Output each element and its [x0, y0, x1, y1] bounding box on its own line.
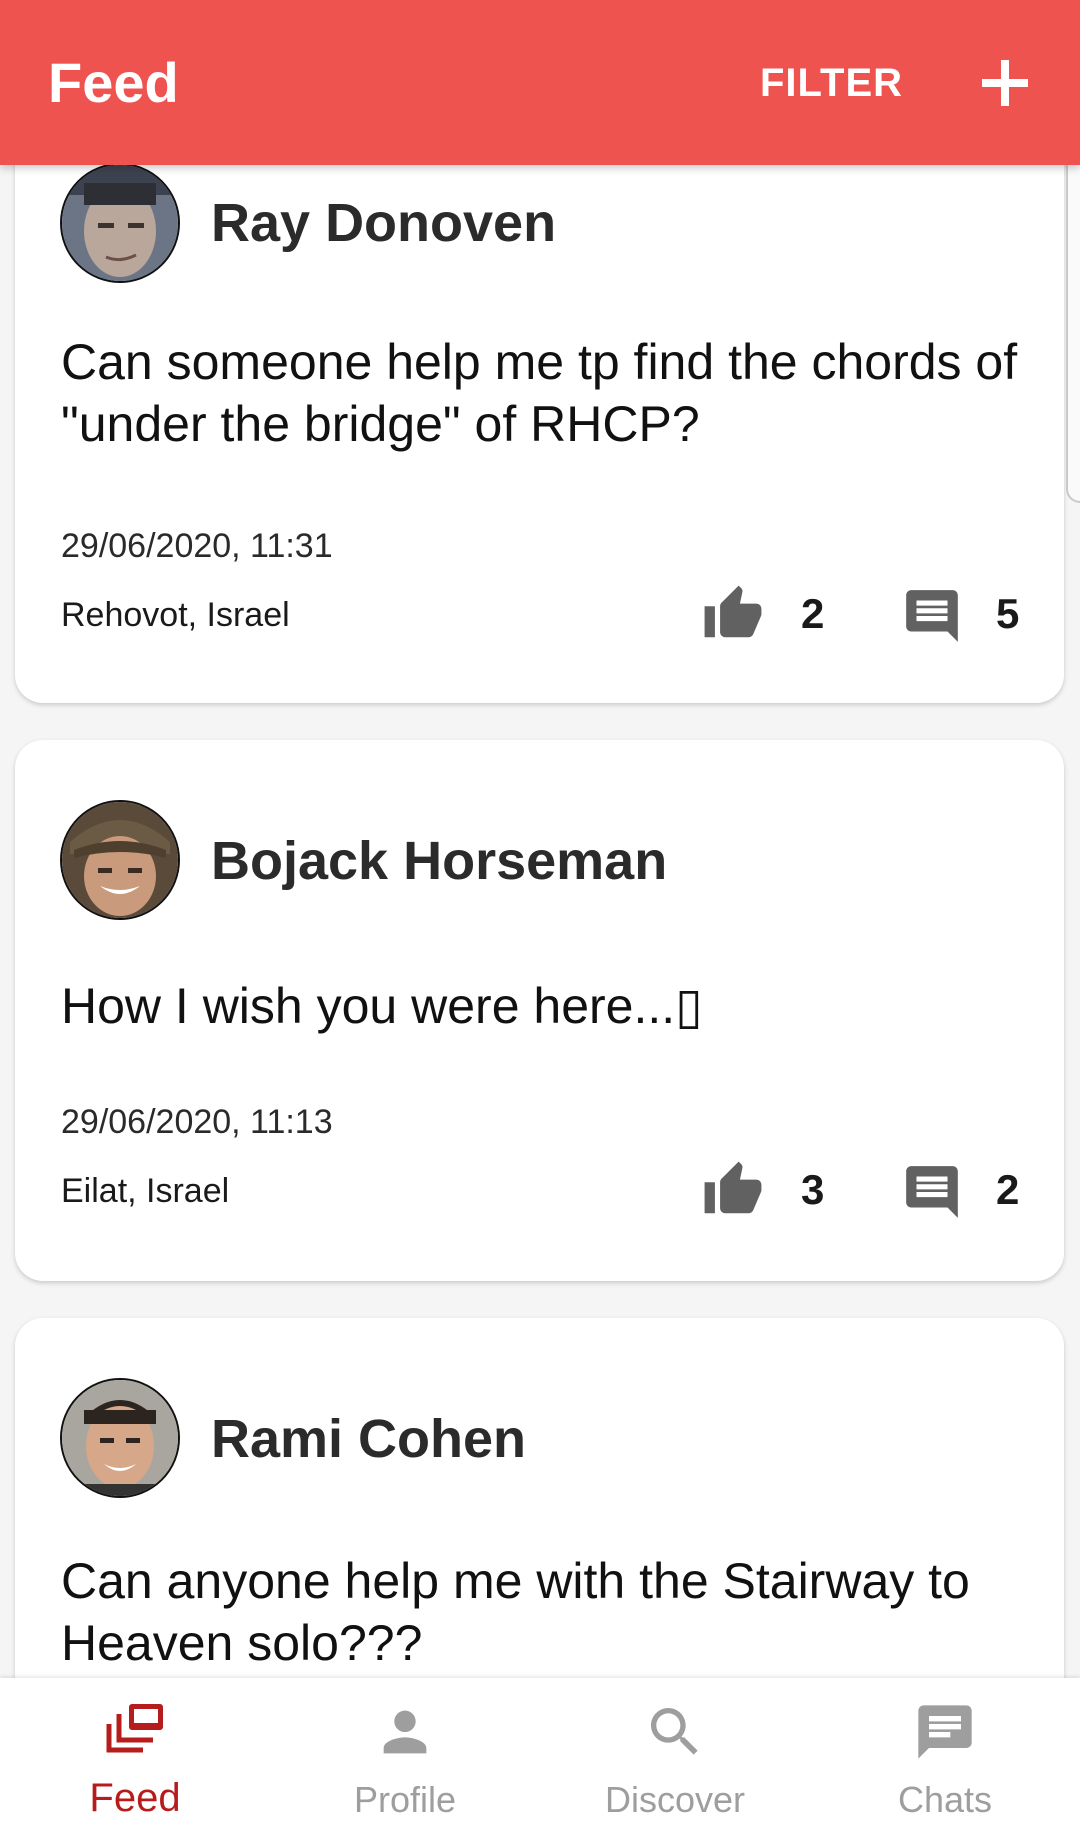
- plus-icon[interactable]: [980, 58, 1030, 108]
- thumb-up-icon: [704, 585, 762, 638]
- nav-label: Chats: [897, 1779, 993, 1820]
- author-avatar[interactable]: [60, 163, 180, 283]
- chat-icon: [918, 1705, 972, 1759]
- page-title: Feed: [48, 51, 179, 114]
- comment-button[interactable]: 2: [900, 1159, 1030, 1223]
- app-bar: Feed FILTER: [0, 0, 1080, 165]
- thumb-up-icon: [704, 1161, 762, 1214]
- search-icon: [651, 1708, 698, 1755]
- post-location: Eilat, Israel: [61, 1172, 230, 1210]
- comment-count: 5: [996, 590, 1020, 637]
- nav-label: Feed: [89, 1776, 181, 1820]
- filter-button[interactable]: FILTER: [760, 52, 903, 114]
- post-location: Rehovot, Israel: [61, 596, 290, 634]
- author-name[interactable]: Bojack Horseman: [211, 829, 667, 893]
- nav-item-chats[interactable]: Chats: [810, 1678, 1080, 1845]
- nav-label: Discover: [604, 1779, 746, 1820]
- nav-item-discover[interactable]: Discover: [540, 1678, 810, 1845]
- post-date: 29/06/2020, 11:13: [61, 1103, 333, 1141]
- nav-item-feed[interactable]: Feed: [0, 1678, 270, 1845]
- post-card[interactable]: Bojack Horseman How I wish you were here…: [15, 740, 1064, 1281]
- feed-list[interactable]: Ray Donoven Can someone help me tp find …: [0, 0, 1080, 1678]
- feed-icon: [106, 1704, 163, 1753]
- comment-button[interactable]: 5: [900, 583, 1030, 647]
- comment-icon: [906, 590, 958, 642]
- post-card[interactable]: Rami Cohen Can anyone help me with the S…: [15, 1318, 1064, 1678]
- author-avatar[interactable]: [60, 1378, 180, 1498]
- bottom-navigation: Feed Profile Discover Chats: [0, 1678, 1080, 1845]
- post-text: How I wish you were here...▯: [61, 978, 703, 1034]
- author-name[interactable]: Rami Cohen: [211, 1407, 526, 1471]
- author-avatar[interactable]: [60, 800, 180, 920]
- like-button[interactable]: 3: [701, 1159, 841, 1223]
- post-card[interactable]: Ray Donoven Can someone help me tp find …: [15, 100, 1064, 703]
- person-icon: [383, 1710, 427, 1754]
- post-text: Can someone help me tp find the chords o…: [61, 334, 1018, 452]
- comment-count: 2: [996, 1166, 1020, 1213]
- nav-item-profile[interactable]: Profile: [270, 1678, 540, 1845]
- scroll-indicator[interactable]: [1066, 143, 1080, 503]
- author-name[interactable]: Ray Donoven: [211, 191, 556, 255]
- like-count: 3: [801, 1166, 825, 1213]
- post-date: 29/06/2020, 11:31: [61, 527, 333, 565]
- post-text: Can anyone help me with the Stairway to …: [61, 1553, 970, 1671]
- nav-label: Profile: [353, 1779, 457, 1820]
- comment-icon: [906, 1166, 958, 1218]
- like-button[interactable]: 2: [701, 583, 841, 647]
- like-count: 2: [801, 590, 825, 637]
